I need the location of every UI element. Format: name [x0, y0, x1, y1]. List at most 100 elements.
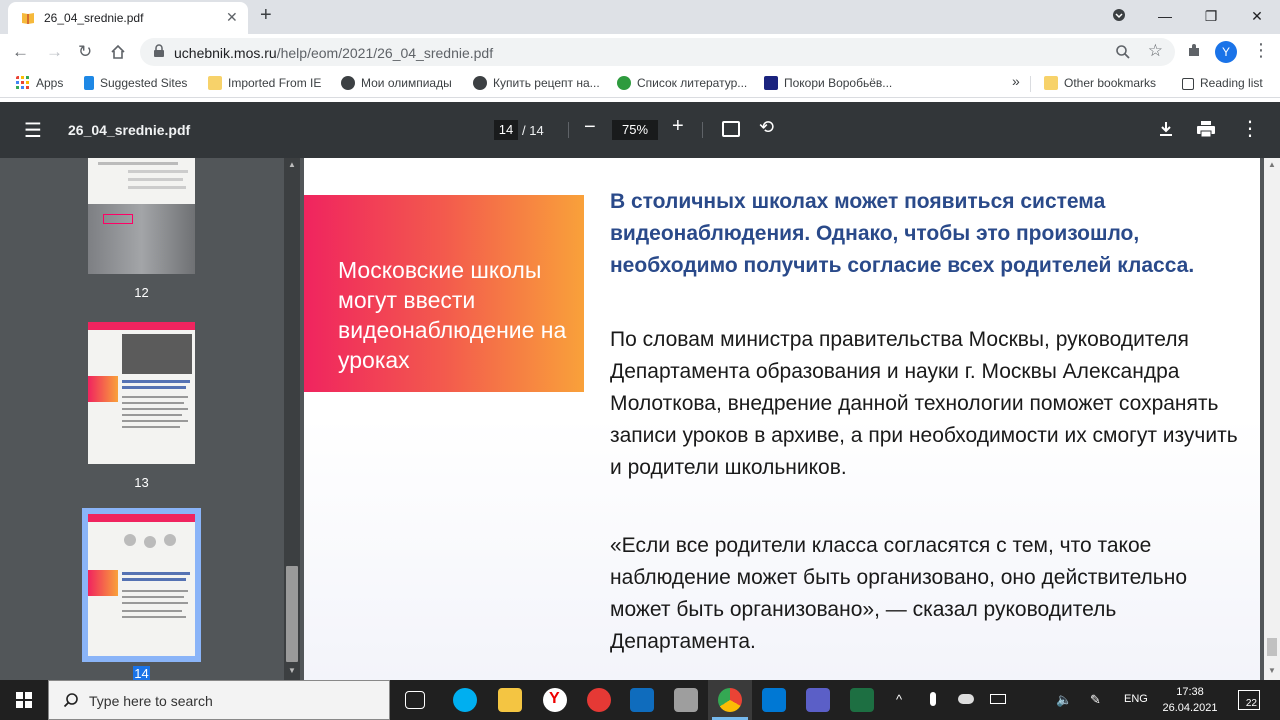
yandex-browser-icon[interactable]: Y: [543, 688, 567, 712]
taskbar-search-box[interactable]: Type here to search: [48, 680, 390, 720]
back-arrow-icon[interactable]: ←: [12, 42, 29, 62]
bookmark-star-icon[interactable]: ☆: [1148, 41, 1163, 61]
lead-paragraph: В столичных школах может появиться систе…: [610, 190, 1195, 277]
thumb-text-line: [122, 380, 190, 383]
zoom-in-button[interactable]: +: [672, 115, 684, 138]
task-view-icon[interactable]: [405, 691, 425, 709]
zoom-magnifier-icon[interactable]: [1115, 44, 1131, 60]
folder-icon: [1044, 76, 1058, 90]
thumbnail-label-14: 14: [88, 666, 195, 681]
download-icon[interactable]: [1157, 120, 1175, 138]
bookmark-recipe[interactable]: Купить рецепт на...: [473, 76, 600, 90]
language-indicator[interactable]: ENG: [1124, 693, 1148, 705]
tab-close-icon[interactable]: ✕: [226, 9, 238, 26]
viewer-scrollbar-thumb[interactable]: [1267, 638, 1277, 656]
scroll-up-arrow-icon[interactable]: ▲: [1268, 160, 1276, 169]
close-window-button[interactable]: ✕: [1234, 8, 1280, 25]
battery-icon[interactable]: [990, 694, 1006, 704]
bookmark-label: Reading list: [1200, 76, 1263, 90]
home-icon[interactable]: [110, 44, 126, 60]
tab-title: 26_04_srednie.pdf: [44, 11, 144, 25]
zoom-out-button[interactable]: −: [584, 116, 596, 139]
pdf-more-options-icon[interactable]: ⋮: [1240, 116, 1260, 141]
thumbnail-page-14[interactable]: [88, 514, 195, 656]
thumb-text-line: [122, 602, 188, 604]
bookmark-suggested-sites[interactable]: Suggested Sites: [84, 76, 187, 90]
app-window-icon[interactable]: [674, 688, 698, 712]
print-icon[interactable]: [1196, 120, 1216, 138]
browser-menu-icon[interactable]: ⋮: [1252, 40, 1270, 61]
rotate-icon[interactable]: ⟲: [759, 117, 774, 138]
viewer-scrollbar[interactable]: ▲ ▼: [1264, 158, 1280, 680]
pdf-toolbar: ☰ 26_04_srednie.pdf 14 / 14 − 75% + ⟲ ⋮: [0, 102, 1280, 158]
restore-button[interactable]: ❐: [1188, 8, 1234, 25]
bookmark-olympiads[interactable]: Мои олимпиады: [341, 76, 452, 90]
tray-expand-icon[interactable]: ^: [896, 692, 902, 707]
thumb-text-line: [122, 616, 186, 618]
bookmarks-divider: [1030, 76, 1031, 92]
thumb-text-line: [122, 414, 182, 416]
system-clock[interactable]: 17:38 26.04.2021: [1160, 684, 1220, 716]
sidebar-scrollbar-thumb[interactable]: [286, 566, 298, 662]
pdf-sidebar-menu-icon[interactable]: ☰: [24, 118, 42, 143]
green-circle-icon: [617, 76, 631, 90]
outlook-icon[interactable]: [630, 688, 654, 712]
page-number-input[interactable]: 14: [494, 120, 518, 140]
zoom-level-input[interactable]: 75%: [612, 120, 658, 140]
notification-center-icon[interactable]: 22: [1238, 690, 1260, 710]
pdf-page: Московские школы могут ввести видеонаблю…: [304, 158, 1260, 680]
yandex-icon[interactable]: [587, 688, 611, 712]
onedrive-icon[interactable]: [958, 694, 974, 704]
thumbnail-label-14-text: 14: [133, 666, 150, 681]
microphone-icon[interactable]: [930, 692, 936, 706]
scroll-down-arrow-icon[interactable]: ▼: [288, 666, 296, 675]
minimize-button[interactable]: —: [1142, 8, 1188, 24]
bookmark-literature[interactable]: Список литератур...: [617, 76, 747, 90]
headline-banner: Московские школы могут ввести видеонаблю…: [304, 195, 584, 392]
thumbnail-page-12[interactable]: [88, 158, 195, 274]
thumbnail-page-13[interactable]: [88, 322, 195, 464]
skype-icon[interactable]: [453, 688, 477, 712]
bookmark-vorobyevy[interactable]: Покори Воробьёв...: [764, 76, 892, 90]
reload-icon[interactable]: ↻: [78, 42, 92, 62]
thumb-text-line: [128, 186, 186, 189]
thumb-text-line: [128, 170, 188, 173]
reading-list[interactable]: Reading list: [1182, 76, 1263, 90]
teams-icon[interactable]: [806, 688, 830, 712]
chrome-icon[interactable]: [718, 688, 742, 712]
excel-icon[interactable]: [850, 688, 874, 712]
scroll-up-arrow-icon[interactable]: ▲: [288, 160, 296, 169]
thumb-text-line: [122, 426, 180, 428]
windows-start-icon[interactable]: [16, 692, 32, 708]
volume-icon[interactable]: 🔈: [1056, 692, 1072, 708]
thumb-text-line: [122, 572, 190, 575]
bookmark-apps[interactable]: Apps: [16, 76, 63, 90]
bookmark-other[interactable]: Other bookmarks: [1044, 76, 1156, 90]
thumb-text-line: [122, 590, 188, 592]
thumbnail-sidebar: 12 13 14: [0, 158, 300, 681]
store-lock-icon[interactable]: [762, 688, 786, 712]
profile-avatar[interactable]: Y: [1215, 41, 1237, 63]
bookmark-label: Покори Воробьёв...: [784, 76, 893, 90]
extensions-puzzle-icon[interactable]: [1186, 43, 1202, 59]
pen-icon[interactable]: ✎: [1090, 692, 1101, 708]
address-bar[interactable]: uchebnik.mos.ru/help/eom/2021/26_04_sred…: [140, 38, 1175, 66]
bookmark-imported-from-ie[interactable]: Imported From IE: [208, 76, 321, 90]
browser-tab[interactable]: 26_04_srednie.pdf ✕: [8, 2, 248, 34]
thumb-banner: [88, 376, 118, 402]
lock-icon[interactable]: [152, 44, 166, 58]
bookmark-label: Imported From IE: [228, 76, 322, 90]
toolbar-divider: [702, 122, 703, 138]
thumb-camera: [164, 534, 176, 546]
reading-list-icon: [1182, 78, 1194, 90]
scroll-down-arrow-icon[interactable]: ▼: [1268, 666, 1276, 675]
forward-arrow-icon[interactable]: →: [46, 42, 63, 62]
url-text[interactable]: uchebnik.mos.ru/help/eom/2021/26_04_sred…: [174, 45, 493, 61]
fit-to-page-icon[interactable]: [722, 121, 740, 137]
new-tab-button[interactable]: +: [260, 4, 272, 27]
thumb-text-line: [122, 402, 184, 404]
search-placeholder: Type here to search: [89, 693, 213, 709]
bookmarks-overflow[interactable]: »: [1012, 73, 1020, 89]
tab-search-icon[interactable]: [1096, 8, 1142, 25]
file-explorer-icon[interactable]: [498, 688, 522, 712]
